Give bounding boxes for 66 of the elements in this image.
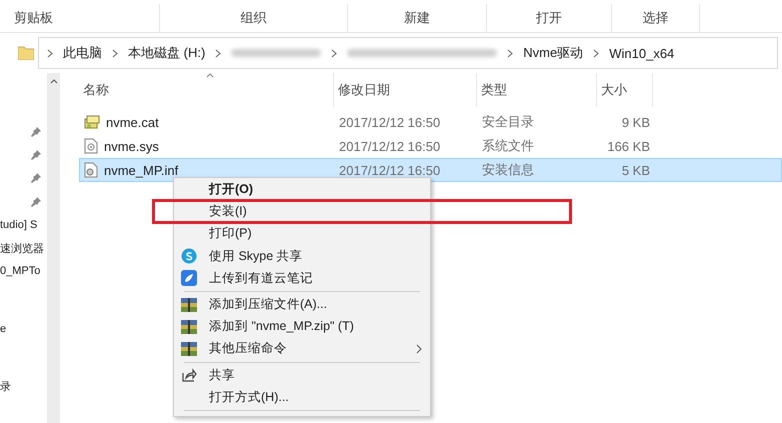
column-header[interactable]: 类型 bbox=[477, 73, 597, 107]
menu-item[interactable]: 打开方式(H)... bbox=[174, 388, 430, 407]
file-row[interactable]: nvme.cat 2017/12/12 16:50 安全目录 9 KB bbox=[79, 110, 782, 134]
folder-icon bbox=[18, 46, 34, 60]
file-name: nvme.sys bbox=[104, 138, 159, 154]
nav-item[interactable]: tudio] S bbox=[0, 218, 38, 231]
menu-item[interactable]: 打开(O) bbox=[174, 180, 430, 200]
type-cell-text: 安全目录 bbox=[481, 113, 535, 131]
chevron-icon bbox=[507, 48, 514, 58]
breadcrumb-item[interactable]: Nvme驱动 bbox=[523, 44, 584, 62]
certificate-file-icon bbox=[84, 114, 100, 130]
column-header[interactable]: 修改日期 bbox=[334, 73, 477, 107]
file-name: nvme.cat bbox=[106, 114, 159, 130]
ribbon-group-label: 剪贴板 bbox=[14, 9, 53, 27]
pin-icon bbox=[31, 126, 41, 137]
share-icon bbox=[181, 367, 197, 384]
archive-icon bbox=[181, 318, 197, 335]
file-row[interactable]: nvme.sys 2017/12/12 16:50 系统文件 166 KB bbox=[79, 134, 782, 158]
menu-item[interactable]: 共享 bbox=[174, 366, 430, 385]
date-cell-text: 2017/12/12 16:50 bbox=[338, 138, 442, 154]
nav-item[interactable]: e bbox=[0, 322, 6, 335]
breadcrumb-item[interactable]: Win10_x64 bbox=[609, 46, 674, 60]
size-cell-text: 166 KB bbox=[606, 138, 651, 154]
chevron-icon bbox=[593, 48, 600, 58]
menu-item[interactable]: 添加到 "nvme_MP.zip" (T) bbox=[174, 317, 430, 336]
type-cell-text: 系统文件 bbox=[481, 137, 535, 155]
chevron-icon bbox=[112, 48, 118, 58]
menu-item[interactable]: 打印(P) bbox=[174, 224, 430, 244]
pin-icon bbox=[31, 173, 41, 184]
file-row[interactable]: nvme_MP.inf 2017/12/12 16:50 安装信息 5 KB bbox=[79, 158, 782, 182]
file-name: nvme_MP.inf bbox=[104, 162, 178, 178]
date-cell-text: 2017/12/12 16:50 bbox=[338, 162, 442, 178]
pin-icon bbox=[31, 150, 41, 160]
breadcrumb-item[interactable]: 本地磁盘 (H:) bbox=[128, 44, 206, 62]
ribbon-group-label: 选择 bbox=[642, 9, 668, 27]
size-cell-text: 9 KB bbox=[620, 114, 651, 130]
nav-item[interactable]: 速浏览器 bbox=[0, 240, 44, 256]
menu-item[interactable]: 使用 Skype 共享 bbox=[174, 246, 430, 266]
menu-item[interactable]: 其他压缩命令 bbox=[174, 339, 430, 358]
address-bar[interactable]: 此电脑 本地磁盘 (H:) Nvme驱动 Win10_x64 bbox=[38, 37, 778, 69]
menu-item[interactable]: 上传到有道云笔记 bbox=[174, 268, 430, 288]
menu-item[interactable]: 添加到压缩文件(A)... bbox=[174, 294, 430, 314]
chevron-icon bbox=[215, 48, 222, 58]
breadcrumb-item[interactable]: 此电脑 bbox=[63, 44, 102, 62]
settings-file-icon bbox=[84, 162, 98, 178]
nav-item[interactable]: 录 bbox=[0, 378, 11, 394]
size-cell-text: 5 KB bbox=[620, 162, 651, 178]
pin-icon bbox=[31, 196, 41, 207]
skype-icon bbox=[181, 248, 197, 264]
type-cell-text: 安装信息 bbox=[481, 161, 535, 179]
ribbon-group-label: 组织 bbox=[240, 9, 266, 27]
archive-icon bbox=[181, 340, 197, 357]
scroll-up-icon[interactable] bbox=[50, 79, 58, 84]
column-header[interactable]: 大小 bbox=[597, 73, 653, 107]
nav-item[interactable]: 0_MPTo bbox=[0, 265, 40, 278]
date-cell-text: 2017/12/12 16:50 bbox=[338, 114, 442, 130]
scrollbar[interactable] bbox=[47, 73, 60, 423]
ribbon-group-label: 新建 bbox=[404, 9, 430, 27]
ribbon-group-label: 打开 bbox=[536, 9, 562, 27]
chevron-icon bbox=[47, 48, 53, 58]
note-app-icon bbox=[181, 270, 197, 286]
column-header[interactable]: 名称 bbox=[79, 73, 334, 107]
archive-icon bbox=[181, 296, 197, 313]
system-file-icon bbox=[84, 138, 98, 154]
chevron-icon bbox=[331, 48, 338, 58]
menu-item[interactable]: 安装(I) bbox=[174, 202, 430, 222]
